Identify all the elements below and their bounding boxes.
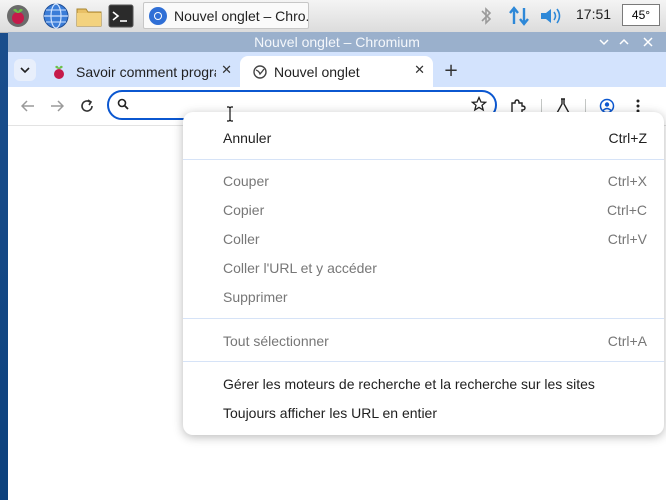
raspberry-menu-icon[interactable] [5,3,31,29]
close-window-icon[interactable] [640,34,656,50]
menu-separator [183,159,664,160]
network-icon[interactable] [506,3,532,29]
menu-item-shortcut: Ctrl+V [607,230,647,247]
close-tab-icon[interactable]: ✕ [414,63,425,78]
chromium-icon [148,6,168,26]
menu-item-supprimer[interactable]: Supprimer [183,282,664,311]
globe-favicon-icon [253,64,267,79]
taskbar-task-label: Nouvel onglet – Chro.. [174,7,308,24]
menu-separator [183,318,664,319]
chevron-down-icon [20,67,30,74]
taskbar: Nouvel onglet – Chro.. 17:51 45° [0,0,666,33]
taskbar-task-chromium[interactable]: Nouvel onglet – Chro.. [143,2,309,29]
menu-item-shortcut: Ctrl+X [607,172,647,189]
menu-item-coller-url[interactable]: Coller l'URL et y accéder [183,253,664,282]
bookmark-star-icon[interactable] [471,96,487,112]
menu-item-shortcut: Ctrl+A [607,332,647,349]
back-arrow-icon[interactable] [18,96,38,116]
menu-item-shortcut: Ctrl+C [606,201,647,218]
menu-item-label: Couper [223,172,269,189]
menu-item-label: Tout sélectionner [223,332,329,349]
clock[interactable]: 17:51 [576,6,611,22]
tab-title: Savoir comment progra [76,63,216,80]
menu-item-label: Coller [223,230,260,247]
cpu-temperature: 45° [622,4,660,26]
menu-item-gerer-moteurs[interactable]: Gérer les moteurs de recherche et la rec… [183,369,664,398]
raspberry-favicon-icon [52,64,66,80]
file-manager-icon[interactable] [76,3,102,29]
forward-arrow-icon[interactable] [47,96,67,116]
close-tab-icon[interactable]: ✕ [221,63,232,78]
window-title: Nouvel onglet – Chromium [254,34,420,50]
menu-item-label: Supprimer [223,288,288,305]
menu-item-tout-selectionner[interactable]: Tout sélectionner Ctrl+A [183,326,664,355]
menu-item-shortcut: Ctrl+Z [608,129,648,146]
search-icon [117,98,129,110]
menu-item-label: Copier [223,201,265,218]
context-menu: Annuler Ctrl+Z Couper Ctrl+X Copier Ctrl… [183,112,664,435]
menu-item-afficher-url[interactable]: Toujours afficher les URL en entier [183,398,664,427]
tab-strip: Savoir comment progra ✕ Nouvel onglet ✕ … [8,52,666,87]
maximize-icon[interactable] [616,34,632,50]
menu-item-copier[interactable]: Copier Ctrl+C [183,195,664,224]
new-tab-button[interactable]: + [440,59,462,81]
menu-separator [183,361,664,362]
minimize-icon[interactable] [596,34,612,50]
menu-item-label: Gérer les moteurs de recherche et la rec… [223,375,595,392]
menu-item-label: Annuler [223,129,272,146]
text-cursor-icon [226,106,234,122]
menu-item-label: Toujours afficher les URL en entier [223,404,437,421]
bluetooth-icon[interactable] [473,3,499,29]
reload-icon[interactable] [77,96,97,116]
web-browser-icon[interactable] [43,3,69,29]
terminal-icon[interactable] [108,3,134,29]
tab-savoir[interactable]: Savoir comment progra ✕ [42,56,240,87]
tab-title: Nouvel onglet [274,63,360,80]
volume-icon[interactable] [538,3,564,29]
menu-item-label: Coller l'URL et y accéder [223,259,377,276]
tab-search-button[interactable] [14,59,36,81]
menu-item-couper[interactable]: Couper Ctrl+X [183,166,664,195]
tab-nouvel-onglet[interactable]: Nouvel onglet ✕ [240,56,433,87]
menu-item-coller[interactable]: Coller Ctrl+V [183,224,664,253]
menu-item-annuler[interactable]: Annuler Ctrl+Z [183,123,664,152]
window-titlebar[interactable]: Nouvel onglet – Chromium [8,32,666,52]
